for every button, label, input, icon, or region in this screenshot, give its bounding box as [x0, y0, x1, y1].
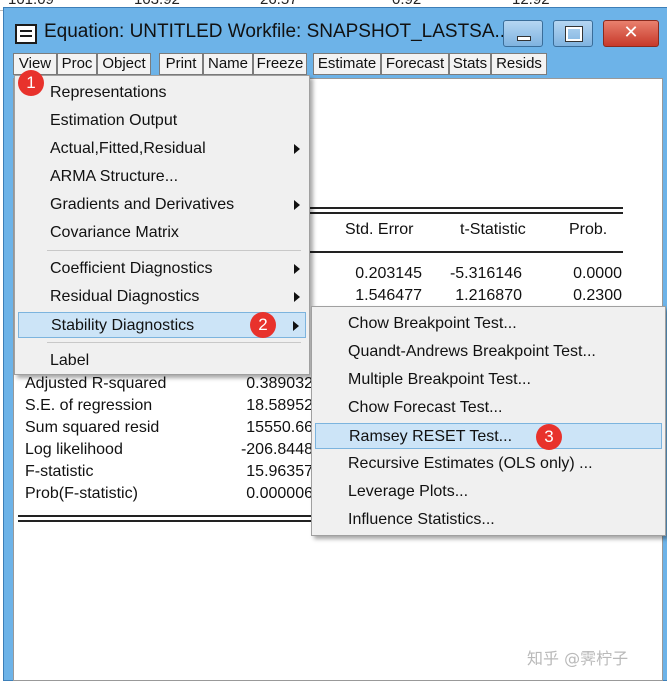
submenu-item-leverage-plots[interactable]: Leverage Plots... [315, 479, 662, 505]
close-icon[interactable] [603, 20, 659, 47]
print-button[interactable]: Print [159, 53, 203, 75]
system-menu-icon[interactable] [15, 24, 37, 44]
menu-item-estimation-output[interactable]: Estimation Output [18, 108, 306, 134]
menu-item-label: Label [50, 352, 90, 369]
menu-item-residual-diagnostics[interactable]: Residual Diagnostics [18, 284, 306, 310]
stat-value: 15550.66 [246, 419, 313, 436]
stat-label: S.E. of regression [25, 397, 153, 414]
submenu-item-recursive-estimates[interactable]: Recursive Estimates (OLS only) ... [315, 451, 662, 477]
menu-item-label-view[interactable]: Label [18, 348, 306, 374]
window-title: Equation: UNTITLED Workfile: SNAPSHOT_LA… [44, 21, 511, 42]
header-prob: Prob. [569, 221, 608, 238]
submenu-item-chow-forecast[interactable]: Chow Forecast Test... [315, 395, 662, 421]
submenu-item-influence-statistics[interactable]: Influence Statistics... [315, 507, 662, 533]
submenu-arrow-icon [294, 292, 300, 302]
step-badge-1: 1 [18, 70, 44, 96]
menu-separator [47, 250, 301, 251]
header-t-statistic: t-Statistic [460, 221, 526, 238]
menu-item-label: Residual Diagnostics [50, 288, 200, 305]
stat-value: 18.58952 [246, 397, 313, 414]
stat-label: F-statistic [25, 463, 94, 480]
submenu-item-multiple-breakpoint[interactable]: Multiple Breakpoint Test... [315, 367, 662, 393]
stat-label: Sum squared resid [25, 419, 160, 436]
menu-item-coefficient-diagnostics[interactable]: Coefficient Diagnostics [18, 256, 306, 282]
menu-item-arma-structure[interactable]: ARMA Structure... [18, 164, 306, 190]
menu-item-gradients-derivatives[interactable]: Gradients and Derivatives [18, 192, 306, 218]
resids-button[interactable]: Resids [491, 53, 547, 75]
submenu-item-ramsey-reset[interactable]: Ramsey RESET Test... [315, 423, 662, 449]
stat-label: Log likelihood [25, 441, 123, 458]
menu-item-actual-fitted-residual[interactable]: Actual,Fitted,Residual [18, 136, 306, 162]
menu-item-label: Actual,Fitted,Residual [50, 140, 206, 157]
submenu-arrow-icon [293, 321, 299, 331]
stat-value: -206.8448 [240, 441, 313, 458]
cell-prob: 0.0000 [573, 265, 622, 282]
stat-value: 0.000006 [246, 485, 313, 502]
screen: 101.09 103.92 26.57 0.92 12.92 Equation:… [0, 0, 667, 684]
menu-item-label: Representations [50, 84, 167, 101]
object-button[interactable]: Object [97, 53, 151, 75]
name-button[interactable]: Name [203, 53, 253, 75]
submenu-arrow-icon [294, 144, 300, 154]
submenu-arrow-icon [294, 264, 300, 274]
step-badge-3: 3 [536, 424, 562, 450]
header-std-error: Std. Error [345, 221, 414, 238]
menu-item-label: Estimation Output [50, 112, 178, 129]
stat-label: Prob(F-statistic) [25, 485, 138, 502]
watermark: 知乎 @霁柠子 [527, 649, 629, 668]
menu-item-covariance-matrix[interactable]: Covariance Matrix [18, 220, 306, 246]
stat-value: 15.96357 [246, 463, 313, 480]
menu-separator [47, 342, 301, 343]
menu-item-label: Coefficient Diagnostics [50, 260, 213, 277]
stat-value: 0.389032 [246, 375, 313, 392]
cell-std-error: 0.203145 [355, 265, 422, 282]
menu-item-representations[interactable]: Representations [18, 80, 306, 106]
submenu-arrow-icon [294, 200, 300, 210]
cell-t-statistic: -5.316146 [449, 265, 522, 282]
freeze-button[interactable]: Freeze [253, 53, 307, 75]
title-bar[interactable]: Equation: UNTITLED Workfile: SNAPSHOT_LA… [4, 8, 667, 54]
step-badge-2: 2 [250, 312, 276, 338]
proc-button[interactable]: Proc [57, 53, 97, 75]
menu-item-label: ARMA Structure... [50, 168, 179, 185]
cell-t-statistic: 1.216870 [455, 287, 522, 304]
maximize-icon[interactable] [553, 20, 593, 47]
stat-label: Adjusted R-squared [25, 375, 167, 392]
minimize-icon[interactable] [503, 20, 543, 47]
cell-prob: 0.2300 [573, 287, 622, 304]
submenu-item-chow-breakpoint[interactable]: Chow Breakpoint Test... [315, 311, 662, 337]
stats-button[interactable]: Stats [449, 53, 491, 75]
estimate-button[interactable]: Estimate [313, 53, 381, 75]
forecast-button[interactable]: Forecast [381, 53, 449, 75]
submenu-item-quandt-andrews[interactable]: Quandt-Andrews Breakpoint Test... [315, 339, 662, 365]
menu-item-label: Gradients and Derivatives [50, 196, 235, 213]
menu-item-label: Stability Diagnostics [51, 317, 195, 334]
menu-item-label: Covariance Matrix [50, 224, 179, 241]
cell-std-error: 1.546477 [355, 287, 422, 304]
stability-diagnostics-submenu: Chow Breakpoint Test... Quandt-Andrews B… [311, 306, 666, 536]
